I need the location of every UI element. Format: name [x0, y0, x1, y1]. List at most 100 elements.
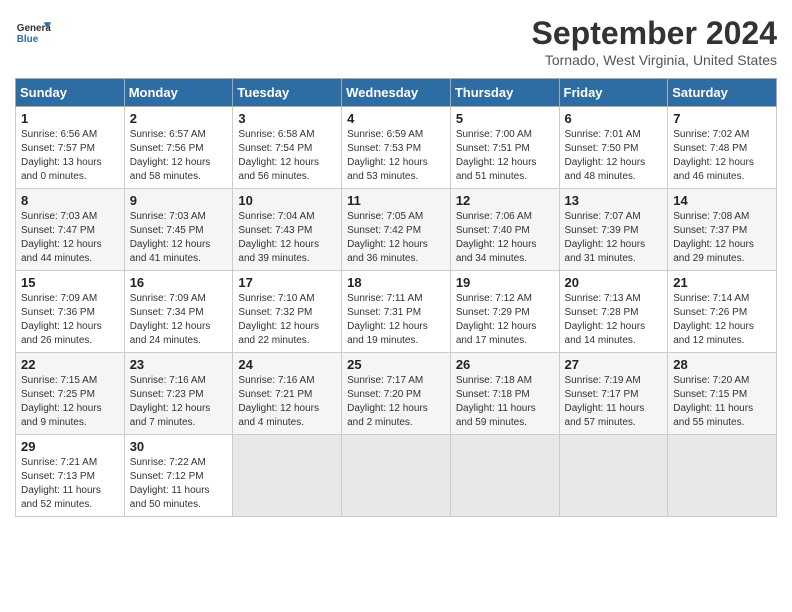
calendar-cell: 5Sunrise: 7:00 AM Sunset: 7:51 PM Daylig…: [450, 107, 559, 189]
calendar-cell: 2 Sunrise: 6:57 AM Sunset: 7:56 PM Daylig…: [124, 107, 233, 189]
day-number: 28: [673, 357, 771, 372]
day-number: 6: [565, 111, 663, 126]
calendar-cell: 4 Sunrise: 6:59 AM Sunset: 7:53 PM Daylig…: [342, 107, 451, 189]
day-number: 14: [673, 193, 771, 208]
day-number: 26: [456, 357, 554, 372]
calendar-cell: 27 Sunrise: 7:19 AM Sunset: 7:17 PM Dayli…: [559, 353, 668, 435]
calendar-cell: 29 Sunrise: 7:21 AM Sunset: 7:13 PM Dayli…: [16, 435, 125, 517]
day-info: Sunrise: 7:13 AM Sunset: 7:28 PM Dayligh…: [565, 292, 663, 348]
day-info: Sunrise: 7:09 AM Sunset: 7:36 PM Dayligh…: [21, 292, 119, 348]
day-number: 29: [21, 439, 119, 454]
day-info: Sunrise: 7:18 AM Sunset: 7:18 PM Dayligh…: [456, 374, 554, 430]
day-number: 22: [21, 357, 119, 372]
calendar-cell: 1Sunrise: 6:56 AM Sunset: 7:57 PM Daylig…: [16, 107, 125, 189]
day-number: 4: [347, 111, 445, 126]
day-number: 23: [130, 357, 228, 372]
day-info: Sunrise: 6:56 AM Sunset: 7:57 PM Dayligh…: [21, 128, 119, 184]
day-info: Sunrise: 7:17 AM Sunset: 7:20 PM Dayligh…: [347, 374, 445, 430]
day-number: 27: [565, 357, 663, 372]
weekday-header: Monday: [124, 79, 233, 107]
day-number: 2: [130, 111, 228, 126]
day-info: Sunrise: 7:06 AM Sunset: 7:40 PM Dayligh…: [456, 210, 554, 266]
day-number: 16: [130, 275, 228, 290]
weekday-header: Friday: [559, 79, 668, 107]
day-info: Sunrise: 7:05 AM Sunset: 7:42 PM Dayligh…: [347, 210, 445, 266]
calendar-week-row: 1Sunrise: 6:56 AM Sunset: 7:57 PM Daylig…: [16, 107, 777, 189]
calendar-cell: 14 Sunrise: 7:08 AM Sunset: 7:37 PM Dayli…: [668, 189, 777, 271]
calendar-cell: 19 Sunrise: 7:12 AM Sunset: 7:29 PM Dayli…: [450, 271, 559, 353]
day-info: Sunrise: 7:16 AM Sunset: 7:23 PM Dayligh…: [130, 374, 228, 430]
calendar-cell: [342, 435, 451, 517]
day-number: 30: [130, 439, 228, 454]
day-info: Sunrise: 7:09 AM Sunset: 7:34 PM Dayligh…: [130, 292, 228, 348]
weekday-header: Saturday: [668, 79, 777, 107]
calendar-cell: [450, 435, 559, 517]
calendar-cell: 18 Sunrise: 7:11 AM Sunset: 7:31 PM Dayli…: [342, 271, 451, 353]
calendar-week-row: 29 Sunrise: 7:21 AM Sunset: 7:13 PM Dayli…: [16, 435, 777, 517]
day-info: Sunrise: 7:01 AM Sunset: 7:50 PM Dayligh…: [565, 128, 663, 184]
location: Tornado, West Virginia, United States: [532, 52, 777, 68]
day-number: 15: [21, 275, 119, 290]
calendar-cell: 10 Sunrise: 7:04 AM Sunset: 7:43 PM Dayli…: [233, 189, 342, 271]
calendar-cell: 13 Sunrise: 7:07 AM Sunset: 7:39 PM Dayli…: [559, 189, 668, 271]
calendar-cell: 26 Sunrise: 7:18 AM Sunset: 7:18 PM Dayli…: [450, 353, 559, 435]
day-info: Sunrise: 7:12 AM Sunset: 7:29 PM Dayligh…: [456, 292, 554, 348]
calendar-cell: 21 Sunrise: 7:14 AM Sunset: 7:26 PM Dayli…: [668, 271, 777, 353]
calendar-table: SundayMondayTuesdayWednesdayThursdayFrid…: [15, 78, 777, 517]
day-number: 13: [565, 193, 663, 208]
day-info: Sunrise: 7:03 AM Sunset: 7:47 PM Dayligh…: [21, 210, 119, 266]
day-number: 10: [238, 193, 336, 208]
day-info: Sunrise: 7:02 AM Sunset: 7:48 PM Dayligh…: [673, 128, 771, 184]
calendar-cell: 25 Sunrise: 7:17 AM Sunset: 7:20 PM Dayli…: [342, 353, 451, 435]
day-info: Sunrise: 7:22 AM Sunset: 7:12 PM Dayligh…: [130, 456, 228, 512]
day-info: Sunrise: 7:15 AM Sunset: 7:25 PM Dayligh…: [21, 374, 119, 430]
weekday-header: Sunday: [16, 79, 125, 107]
day-number: 9: [130, 193, 228, 208]
calendar-cell: [233, 435, 342, 517]
weekday-header: Wednesday: [342, 79, 451, 107]
day-info: Sunrise: 7:10 AM Sunset: 7:32 PM Dayligh…: [238, 292, 336, 348]
calendar-header-row: SundayMondayTuesdayWednesdayThursdayFrid…: [16, 79, 777, 107]
day-info: Sunrise: 7:04 AM Sunset: 7:43 PM Dayligh…: [238, 210, 336, 266]
day-number: 12: [456, 193, 554, 208]
day-info: Sunrise: 7:19 AM Sunset: 7:17 PM Dayligh…: [565, 374, 663, 430]
calendar-week-row: 22 Sunrise: 7:15 AM Sunset: 7:25 PM Dayli…: [16, 353, 777, 435]
calendar-week-row: 8 Sunrise: 7:03 AM Sunset: 7:47 PM Daylig…: [16, 189, 777, 271]
day-info: Sunrise: 7:21 AM Sunset: 7:13 PM Dayligh…: [21, 456, 119, 512]
calendar-week-row: 15 Sunrise: 7:09 AM Sunset: 7:36 PM Dayli…: [16, 271, 777, 353]
day-number: 3: [238, 111, 336, 126]
calendar-cell: [668, 435, 777, 517]
day-info: Sunrise: 7:11 AM Sunset: 7:31 PM Dayligh…: [347, 292, 445, 348]
weekday-header: Tuesday: [233, 79, 342, 107]
day-number: 5: [456, 111, 554, 126]
day-info: Sunrise: 7:08 AM Sunset: 7:37 PM Dayligh…: [673, 210, 771, 266]
calendar-cell: 9Sunrise: 7:03 AM Sunset: 7:45 PM Daylig…: [124, 189, 233, 271]
day-info: Sunrise: 6:59 AM Sunset: 7:53 PM Dayligh…: [347, 128, 445, 184]
month-title: September 2024: [532, 15, 777, 52]
calendar-cell: 11 Sunrise: 7:05 AM Sunset: 7:42 PM Dayli…: [342, 189, 451, 271]
day-info: Sunrise: 7:16 AM Sunset: 7:21 PM Dayligh…: [238, 374, 336, 430]
calendar-cell: 8 Sunrise: 7:03 AM Sunset: 7:47 PM Daylig…: [16, 189, 125, 271]
day-number: 8: [21, 193, 119, 208]
day-info: Sunrise: 6:57 AM Sunset: 7:56 PM Dayligh…: [130, 128, 228, 184]
calendar-cell: 16 Sunrise: 7:09 AM Sunset: 7:34 PM Dayli…: [124, 271, 233, 353]
day-number: 25: [347, 357, 445, 372]
calendar-cell: 6 Sunrise: 7:01 AM Sunset: 7:50 PM Daylig…: [559, 107, 668, 189]
calendar-cell: 30 Sunrise: 7:22 AM Sunset: 7:12 PM Dayli…: [124, 435, 233, 517]
calendar-cell: 3Sunrise: 6:58 AM Sunset: 7:54 PM Daylig…: [233, 107, 342, 189]
day-info: Sunrise: 7:07 AM Sunset: 7:39 PM Dayligh…: [565, 210, 663, 266]
logo: General Blue: [15, 15, 51, 51]
day-number: 17: [238, 275, 336, 290]
logo-icon: General Blue: [15, 15, 51, 51]
day-number: 11: [347, 193, 445, 208]
calendar-cell: 24 Sunrise: 7:16 AM Sunset: 7:21 PM Dayli…: [233, 353, 342, 435]
day-number: 24: [238, 357, 336, 372]
calendar-cell: 17 Sunrise: 7:10 AM Sunset: 7:32 PM Dayli…: [233, 271, 342, 353]
calendar-cell: 7Sunrise: 7:02 AM Sunset: 7:48 PM Daylig…: [668, 107, 777, 189]
day-number: 19: [456, 275, 554, 290]
title-block: September 2024 Tornado, West Virginia, U…: [532, 15, 777, 68]
day-info: Sunrise: 7:14 AM Sunset: 7:26 PM Dayligh…: [673, 292, 771, 348]
day-number: 18: [347, 275, 445, 290]
day-number: 21: [673, 275, 771, 290]
day-number: 20: [565, 275, 663, 290]
